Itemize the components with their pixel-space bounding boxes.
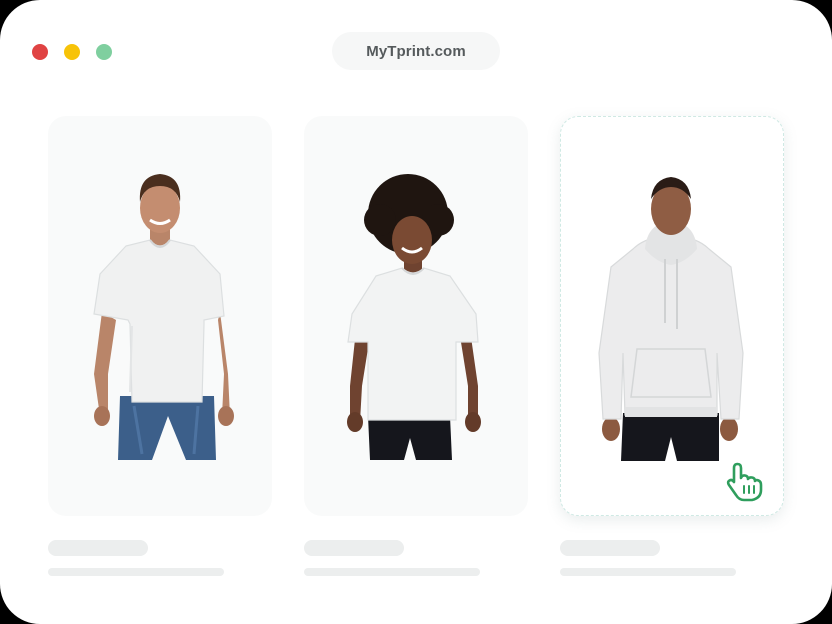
kids-tshirt-model-image	[347, 174, 481, 460]
browser-window: MyTprint.com	[0, 0, 832, 624]
product-subtitle-placeholder-2	[304, 568, 480, 576]
hand-pointer-icon	[726, 462, 763, 502]
window-minimize-button[interactable]	[64, 44, 80, 60]
adult-tshirt-model-image	[93, 174, 234, 460]
url-text: MyTprint.com	[366, 42, 466, 60]
product-card-adult-tshirt[interactable]	[48, 116, 272, 516]
product-title-placeholder-1	[48, 540, 148, 556]
product-subtitle-placeholder-3	[560, 568, 736, 576]
product-title-placeholder-2	[304, 540, 404, 556]
product-subtitle-placeholder-1	[48, 568, 224, 576]
product-title-placeholder-3	[560, 540, 660, 556]
address-bar[interactable]: MyTprint.com	[332, 32, 500, 70]
window-maximize-button[interactable]	[96, 44, 112, 60]
product-card-hoodie[interactable]	[560, 116, 784, 516]
window-close-button[interactable]	[32, 44, 48, 60]
product-card-kids-tshirt[interactable]	[304, 116, 528, 516]
hoodie-model-image	[598, 177, 744, 461]
